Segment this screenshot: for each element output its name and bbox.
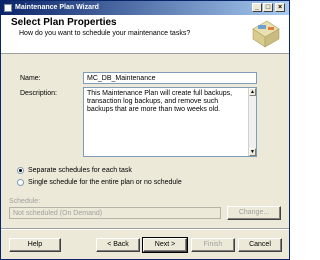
schedule-field: Not scheduled (On Demand) xyxy=(9,207,221,219)
description-field[interactable]: This Maintenance Plan will create full b… xyxy=(83,87,257,157)
next-button[interactable]: Next > xyxy=(142,237,188,253)
scroll-down-arrow-icon[interactable]: ▼ xyxy=(249,148,256,156)
description-text: This Maintenance Plan will create full b… xyxy=(87,90,233,113)
radio-separate-label: Separate schedules for each task xyxy=(28,167,132,174)
description-scrollbar[interactable]: ▲ ▼ xyxy=(248,88,256,156)
maximize-button[interactable]: □ xyxy=(263,3,273,12)
cancel-button[interactable]: Cancel xyxy=(238,238,282,252)
page-title: Select Plan Properties xyxy=(11,17,117,28)
scroll-up-arrow-icon[interactable]: ▲ xyxy=(249,88,256,96)
name-label: Name: xyxy=(20,75,41,82)
page-subtitle: How do you want to schedule your mainten… xyxy=(19,30,191,37)
app-window-icon xyxy=(4,4,12,12)
radio-single-label: Single schedule for the entire plan or n… xyxy=(28,179,182,186)
radio-single-schedule[interactable]: Single schedule for the entire plan or n… xyxy=(17,179,182,186)
radio-button[interactable] xyxy=(17,179,24,186)
wizard-window: Maintenance Plan Wizard _ □ × Select Pla… xyxy=(0,0,290,260)
change-schedule-button[interactable]: Change... xyxy=(227,206,281,220)
close-button[interactable]: × xyxy=(275,3,285,12)
schedule-label: Schedule: xyxy=(9,198,41,205)
footer-separator xyxy=(1,228,289,230)
description-label: Description: xyxy=(20,90,57,97)
radio-separate-schedules[interactable]: Separate schedules for each task xyxy=(17,167,132,174)
name-field[interactable]: MC_DB_Maintenance xyxy=(83,72,257,84)
finish-button[interactable]: Finish xyxy=(191,238,235,252)
help-button[interactable]: Help xyxy=(9,238,61,252)
wizard-header: Select Plan Properties How do you want t… xyxy=(1,15,289,54)
wizard-graphic-icon xyxy=(252,20,280,48)
back-button[interactable]: < Back xyxy=(96,238,140,252)
window-title: Maintenance Plan Wizard xyxy=(15,4,99,11)
radio-button-selected[interactable] xyxy=(17,167,24,174)
title-bar[interactable]: Maintenance Plan Wizard _ □ × xyxy=(1,1,289,15)
minimize-button[interactable]: _ xyxy=(252,3,262,12)
